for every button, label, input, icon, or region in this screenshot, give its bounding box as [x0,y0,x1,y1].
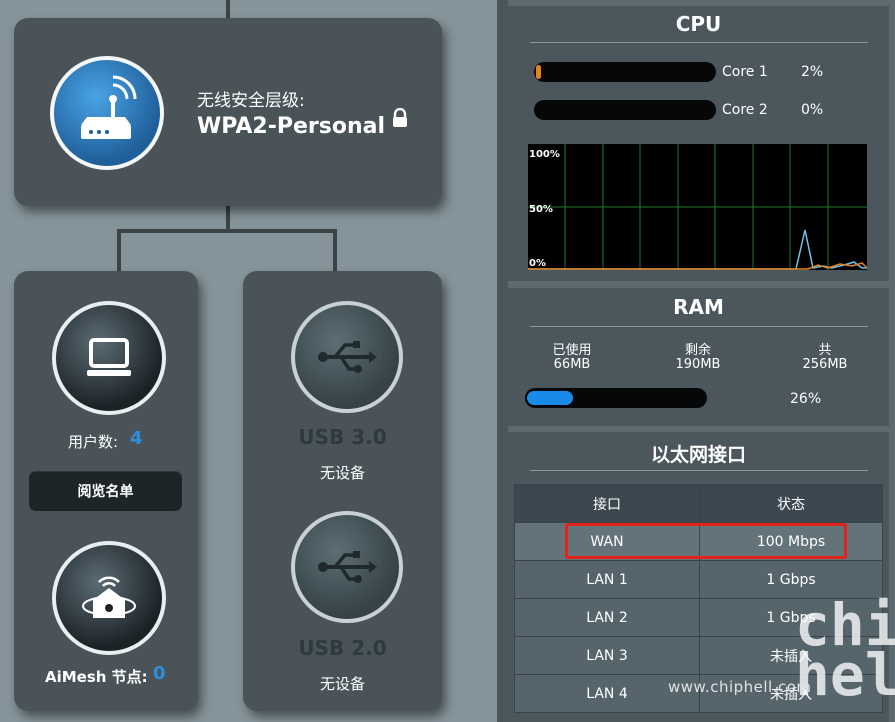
ram-total-label: 共 [818,343,832,358]
port-name: LAN 3 [514,636,700,675]
panel-divider [497,0,508,722]
ram-total-value: 256MB [802,357,848,372]
clients-count[interactable]: 4 [130,428,143,449]
ram-title: RAM [673,295,724,319]
wireless-security-card[interactable]: 无线安全层级: WPA2-Personal [14,18,442,206]
router-wifi-icon [50,56,164,170]
ram-bar [525,388,707,408]
usb-2-status: 无设备 [319,675,365,693]
cpu-title: CPU [675,12,722,36]
connector-line [333,229,337,271]
core-1-label: Core 1 [722,64,768,80]
security-value: WPA2-Personal [197,114,385,139]
ram-percent: 26% [790,391,822,407]
usb-2-name: USB 2.0 [298,636,387,660]
chart-label-0: 0% [529,258,546,269]
core-2-bar [534,100,716,120]
usb-icon[interactable] [291,511,403,623]
usb-3-name: USB 3.0 [298,425,387,449]
mesh-home-icon[interactable] [52,541,166,655]
core-1-percent: 2% [801,64,824,80]
view-list-button[interactable]: 阅览名单 [29,471,182,511]
core-1-bar [534,62,716,82]
usb-icon[interactable] [291,301,403,413]
core-2-percent: 0% [801,102,824,118]
header-status: 状态 [699,484,883,523]
port-name: LAN 2 [514,598,700,637]
connector-line [117,229,121,271]
core-2-label: Core 2 [722,102,768,118]
usb-3-status: 无设备 [319,464,365,482]
wan-highlight-box [565,523,847,559]
ram-used-label: 已使用 [552,343,592,358]
aimesh-label: AiMesh 节点: [45,668,148,686]
ethernet-title: 以太网接口 [650,444,746,466]
ram-panel: RAM 已使用 66MB 剩余 190MB 共 256MB 26% [508,288,889,426]
watermark-site: www.chiphell.com [668,678,812,696]
chart-label-100: 100% [529,149,560,160]
connector-line [117,229,337,233]
ram-title-rule [530,326,868,327]
usb-card: USB 3.0 无设备 USB 2.0 无设备 [243,271,442,711]
ram-used-value: 66MB [553,357,591,372]
lock-icon [391,107,409,132]
cpu-title-rule [530,42,868,43]
chart-label-50: 50% [529,204,553,215]
cpu-usage-chart [528,144,867,270]
connector-line [226,0,230,18]
ram-free-label: 剩余 [684,343,711,358]
aimesh-count[interactable]: 0 [153,663,166,684]
clients-label: 用户数: [68,433,119,451]
cpu-panel: CPU Core 1 2% Core 2 0% 100% 50% 0% [508,6,889,281]
monitor-icon[interactable] [52,301,166,415]
ethernet-title-rule [530,470,868,471]
port-name: LAN 1 [514,560,700,599]
header-port: 接口 [514,484,700,523]
ram-bar-fill [527,391,573,405]
security-label: 无线安全层级: [197,91,305,111]
core-1-bar-fill [536,65,541,79]
ram-free-value: 190MB [675,357,721,372]
